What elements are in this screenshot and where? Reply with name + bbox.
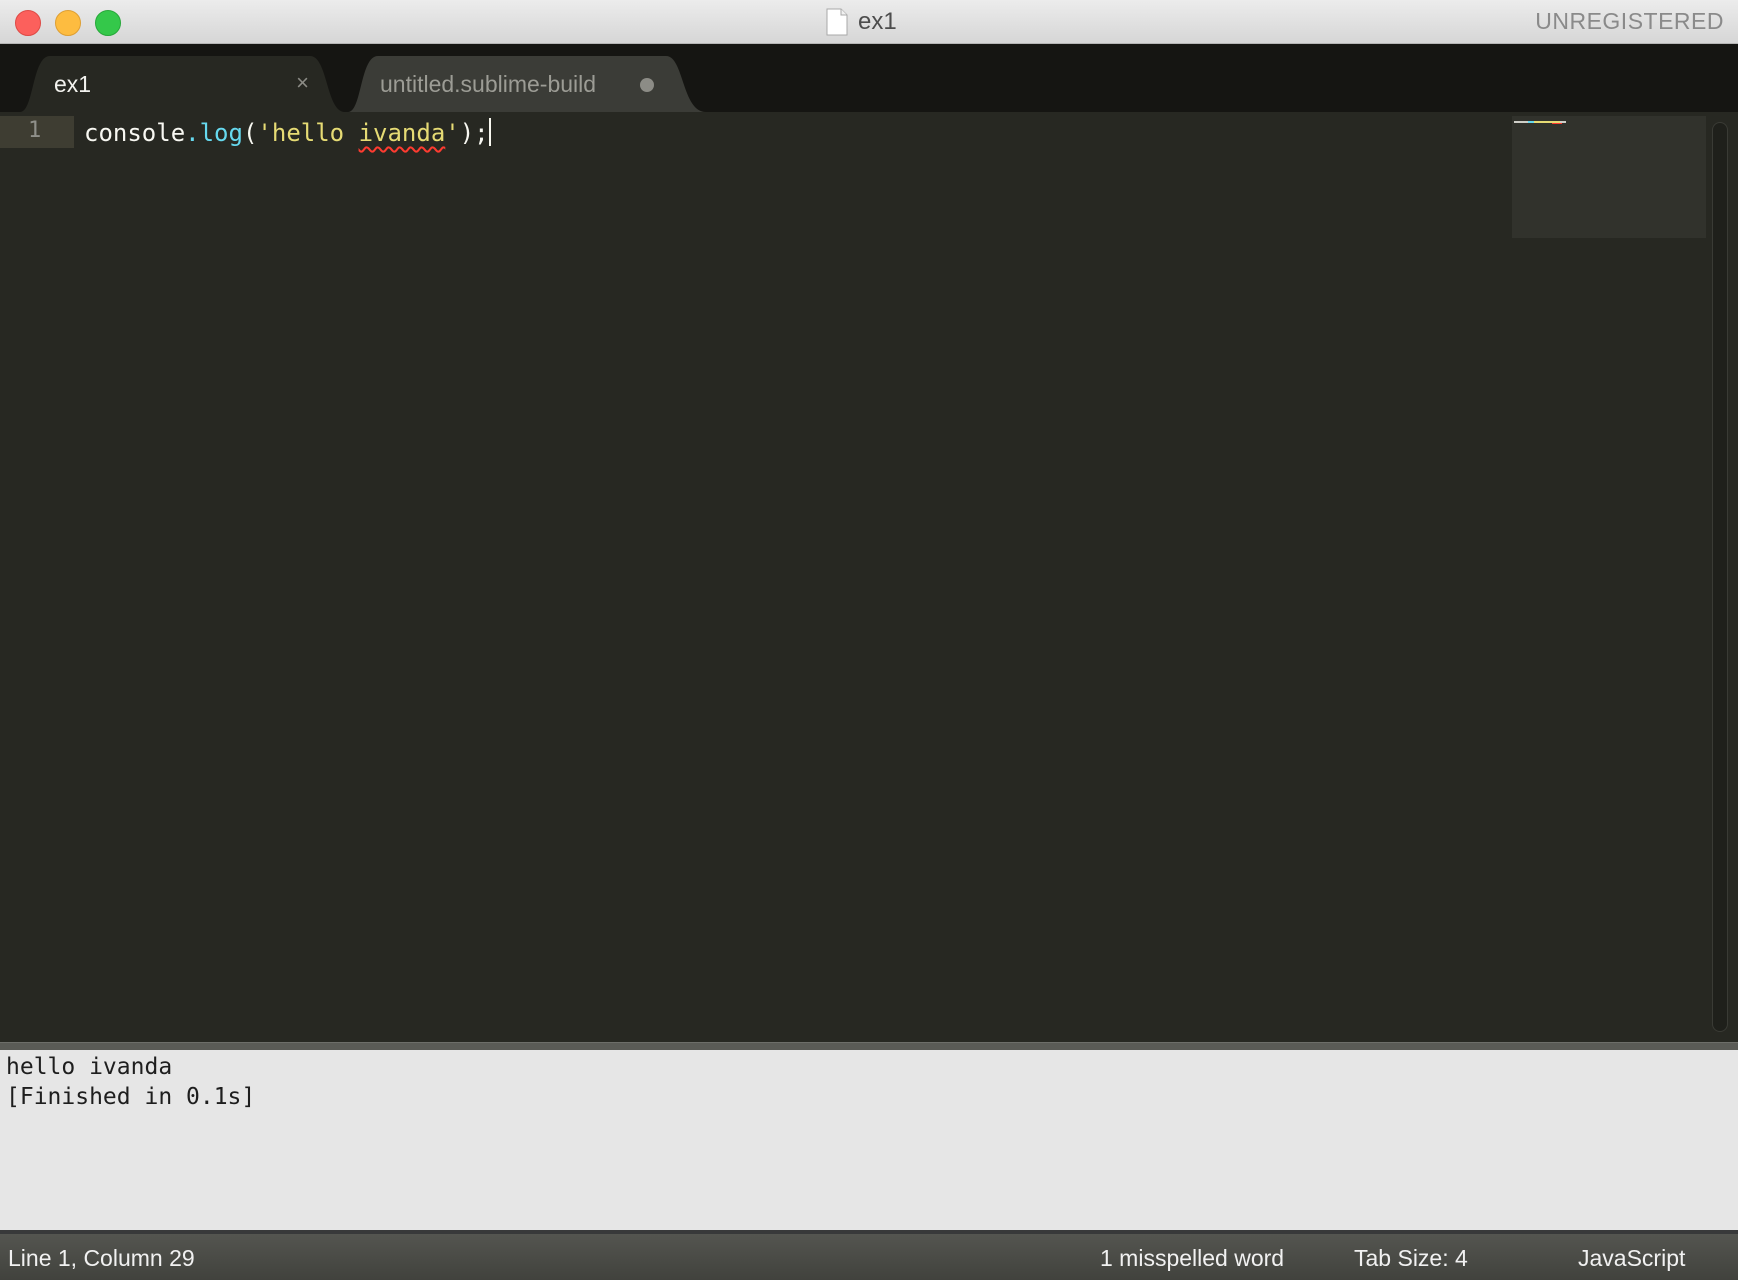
status-bar: Line 1, Column 29 1 misspelled word Tab … <box>0 1230 1738 1280</box>
text-cursor <box>488 118 491 146</box>
maximize-window-button[interactable] <box>95 10 121 36</box>
spelling-status[interactable]: 1 misspelled word <box>1100 1245 1284 1272</box>
title-bar: ex1 UNREGISTERED <box>0 0 1738 44</box>
code-string: hello <box>271 119 359 147</box>
code-close: ); <box>459 119 489 147</box>
build-output-panel[interactable]: hello ivanda [Finished in 0.1s] <box>0 1050 1738 1230</box>
misspelled-word[interactable]: ivanda <box>359 119 446 147</box>
close-window-button[interactable] <box>15 10 41 36</box>
code-open-paren: ( <box>242 119 258 147</box>
window-title-text: ex1 <box>858 8 897 35</box>
code-method: log <box>199 119 243 147</box>
close-tab-icon[interactable]: × <box>296 70 309 96</box>
output-line: hello ivanda <box>6 1054 173 1080</box>
unsaved-dot-icon[interactable] <box>640 78 654 92</box>
window-title: ex1 <box>826 8 897 36</box>
code-identifier: console <box>84 119 186 147</box>
build-output-text: hello ivanda [Finished in 0.1s] <box>6 1052 255 1112</box>
code-quote-open: ' <box>257 119 272 147</box>
minimap[interactable] <box>1512 116 1706 238</box>
tab-untitled-sublime-build[interactable]: untitled.sublime-build <box>348 56 706 112</box>
panel-divider[interactable] <box>0 1042 1738 1050</box>
code-quote-close: ' <box>445 119 460 147</box>
document-icon <box>826 8 848 36</box>
vertical-scrollbar[interactable] <box>1712 122 1728 1032</box>
minimap-code-preview <box>1514 121 1566 124</box>
code-dot: . <box>185 119 200 147</box>
cursor-position: Line 1, Column 29 <box>8 1245 195 1271</box>
tab-label: ex1 <box>54 70 92 97</box>
line-number: 1 <box>28 118 42 143</box>
tab-label: untitled.sublime-build <box>380 70 597 97</box>
unregistered-label: UNREGISTERED <box>1535 8 1724 34</box>
output-line: [Finished in 0.1s] <box>6 1084 256 1110</box>
tab-size-selector[interactable]: Tab Size: 4 <box>1354 1245 1468 1272</box>
syntax-selector[interactable]: JavaScript <box>1578 1245 1685 1272</box>
tab-bar: untitled.sublime-build ex1 × <box>0 44 1738 112</box>
minimize-window-button[interactable] <box>55 10 81 36</box>
tab-ex1[interactable]: ex1 × <box>20 56 345 112</box>
code-line[interactable]: console.log('hello ivanda'); <box>84 118 491 148</box>
editor-area[interactable]: 1 console.log('hello ivanda'); <box>0 112 1738 1042</box>
